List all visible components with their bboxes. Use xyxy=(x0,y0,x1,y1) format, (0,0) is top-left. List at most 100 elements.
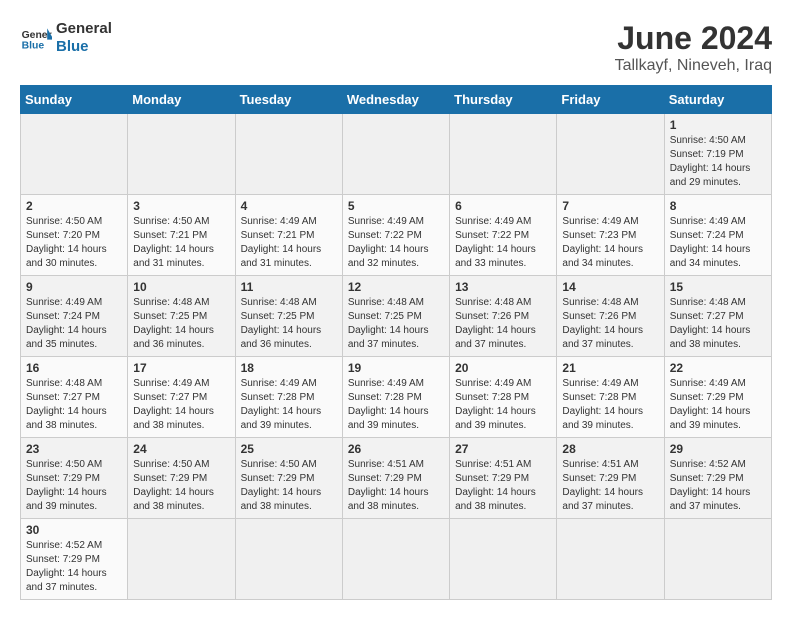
day-info: Sunrise: 4:50 AM Sunset: 7:20 PM Dayligh… xyxy=(26,215,122,271)
table-row: 18Sunrise: 4:49 AM Sunset: 7:28 PM Dayli… xyxy=(235,357,342,438)
table-row xyxy=(450,114,557,195)
header-saturday: Saturday xyxy=(664,86,771,114)
table-row: 14 Sunrise: 4:48 AM Sunset: 7:26 PM Dayli… xyxy=(557,276,664,357)
table-row: 11Sunrise: 4:48 AM Sunset: 7:25 PM Dayli… xyxy=(235,276,342,357)
table-row xyxy=(128,114,235,195)
table-row: 19Sunrise: 4:49 AM Sunset: 7:28 PM Dayli… xyxy=(342,357,449,438)
table-row: 28Sunrise: 4:51 AM Sunset: 7:29 PM Dayli… xyxy=(557,438,664,519)
table-row xyxy=(21,114,128,195)
day-number: 21 xyxy=(562,361,658,375)
table-row xyxy=(235,114,342,195)
header-friday: Friday xyxy=(557,86,664,114)
day-info: Sunrise: 4:50 AM Sunset: 7:19 PM Dayligh… xyxy=(670,134,766,190)
day-info: Sunrise: 4:52 AM Sunset: 7:29 PM Dayligh… xyxy=(26,539,122,595)
logo-general: General xyxy=(56,20,112,38)
table-row: 26 Sunrise: 4:51 AM Sunset: 7:29 PM Dayli… xyxy=(342,438,449,519)
day-info: Sunrise: 4:48 AM Sunset: 7:26 PM Dayligh… xyxy=(562,296,658,352)
table-row: 2 Sunrise: 4:50 AM Sunset: 7:20 PM Daylig… xyxy=(21,195,128,276)
table-row: 6 Sunrise: 4:49 AM Sunset: 7:22 PM Daylig… xyxy=(450,195,557,276)
day-info: Sunrise: 4:49 AM Sunset: 7:23 PM Dayligh… xyxy=(562,215,658,271)
day-info: Sunrise: 4:50 AM Sunset: 7:29 PM Dayligh… xyxy=(26,458,122,514)
day-info: Sunrise: 4:48 AM Sunset: 7:27 PM Dayligh… xyxy=(26,377,122,433)
table-row: 5 Sunrise: 4:49 AM Sunset: 7:22 PM Daylig… xyxy=(342,195,449,276)
day-info: Sunrise: 4:52 AM Sunset: 7:29 PM Dayligh… xyxy=(670,458,766,514)
day-number: 26 xyxy=(348,442,444,456)
day-number: 17 xyxy=(133,361,229,375)
table-row: 7 Sunrise: 4:49 AM Sunset: 7:23 PM Daylig… xyxy=(557,195,664,276)
day-info: Sunrise: 4:50 AM Sunset: 7:29 PM Dayligh… xyxy=(241,458,337,514)
day-info: Sunrise: 4:49 AM Sunset: 7:28 PM Dayligh… xyxy=(348,377,444,433)
calendar-table: Sunday Monday Tuesday Wednesday Thursday… xyxy=(20,85,772,600)
table-row: 22Sunrise: 4:49 AM Sunset: 7:29 PM Dayli… xyxy=(664,357,771,438)
table-row xyxy=(342,519,449,600)
calendar-week-row: 2 Sunrise: 4:50 AM Sunset: 7:20 PM Daylig… xyxy=(21,195,772,276)
table-row xyxy=(557,114,664,195)
day-info: Sunrise: 4:49 AM Sunset: 7:22 PM Dayligh… xyxy=(455,215,551,271)
page-header: General Blue General Blue June 2024 Tall… xyxy=(20,20,772,75)
table-row: 12Sunrise: 4:48 AM Sunset: 7:25 PM Dayli… xyxy=(342,276,449,357)
table-row: 8 Sunrise: 4:49 AM Sunset: 7:24 PM Daylig… xyxy=(664,195,771,276)
day-number: 7 xyxy=(562,199,658,213)
day-number: 3 xyxy=(133,199,229,213)
day-number: 8 xyxy=(670,199,766,213)
table-row: 27Sunrise: 4:51 AM Sunset: 7:29 PM Dayli… xyxy=(450,438,557,519)
day-info: Sunrise: 4:49 AM Sunset: 7:24 PM Dayligh… xyxy=(26,296,122,352)
table-row: 17 Sunrise: 4:49 AM Sunset: 7:27 PM Dayli… xyxy=(128,357,235,438)
calendar-week-row: 23 Sunrise: 4:50 AM Sunset: 7:29 PM Dayli… xyxy=(21,438,772,519)
weekday-header-row: Sunday Monday Tuesday Wednesday Thursday… xyxy=(21,86,772,114)
day-info: Sunrise: 4:49 AM Sunset: 7:27 PM Dayligh… xyxy=(133,377,229,433)
calendar-week-row: 1 Sunrise: 4:50 AM Sunset: 7:19 PM Daylig… xyxy=(21,114,772,195)
logo-blue: Blue xyxy=(56,38,112,56)
header-thursday: Thursday xyxy=(450,86,557,114)
day-number: 5 xyxy=(348,199,444,213)
day-number: 6 xyxy=(455,199,551,213)
svg-text:Blue: Blue xyxy=(22,40,45,51)
table-row xyxy=(557,519,664,600)
table-row: 10Sunrise: 4:48 AM Sunset: 7:25 PM Dayli… xyxy=(128,276,235,357)
table-row: 23 Sunrise: 4:50 AM Sunset: 7:29 PM Dayli… xyxy=(21,438,128,519)
table-row: 30 Sunrise: 4:52 AM Sunset: 7:29 PM Dayli… xyxy=(21,519,128,600)
day-number: 23 xyxy=(26,442,122,456)
calendar-subtitle: Tallkayf, Nineveh, Iraq xyxy=(615,57,772,75)
table-row: 21 Sunrise: 4:49 AM Sunset: 7:28 PM Dayli… xyxy=(557,357,664,438)
day-number: 14 xyxy=(562,280,658,294)
day-number: 4 xyxy=(241,199,337,213)
table-row: 13Sunrise: 4:48 AM Sunset: 7:26 PM Dayli… xyxy=(450,276,557,357)
day-info: Sunrise: 4:51 AM Sunset: 7:29 PM Dayligh… xyxy=(455,458,551,514)
logo: General Blue General Blue xyxy=(20,20,112,56)
day-info: Sunrise: 4:49 AM Sunset: 7:24 PM Dayligh… xyxy=(670,215,766,271)
table-row: 4Sunrise: 4:49 AM Sunset: 7:21 PM Daylig… xyxy=(235,195,342,276)
day-number: 1 xyxy=(670,118,766,132)
day-info: Sunrise: 4:49 AM Sunset: 7:28 PM Dayligh… xyxy=(241,377,337,433)
day-info: Sunrise: 4:49 AM Sunset: 7:22 PM Dayligh… xyxy=(348,215,444,271)
day-info: Sunrise: 4:51 AM Sunset: 7:29 PM Dayligh… xyxy=(348,458,444,514)
day-number: 15 xyxy=(670,280,766,294)
day-number: 10 xyxy=(133,280,229,294)
table-row xyxy=(664,519,771,600)
table-row xyxy=(342,114,449,195)
day-number: 29 xyxy=(670,442,766,456)
day-number: 16 xyxy=(26,361,122,375)
table-row: 24Sunrise: 4:50 AM Sunset: 7:29 PM Dayli… xyxy=(128,438,235,519)
day-number: 25 xyxy=(241,442,337,456)
calendar-week-row: 16 Sunrise: 4:48 AM Sunset: 7:27 PM Dayli… xyxy=(21,357,772,438)
table-row: 20 Sunrise: 4:49 AM Sunset: 7:28 PM Dayli… xyxy=(450,357,557,438)
table-row: 25 Sunrise: 4:50 AM Sunset: 7:29 PM Dayli… xyxy=(235,438,342,519)
day-number: 20 xyxy=(455,361,551,375)
day-number: 30 xyxy=(26,523,122,537)
header-monday: Monday xyxy=(128,86,235,114)
day-info: Sunrise: 4:48 AM Sunset: 7:27 PM Dayligh… xyxy=(670,296,766,352)
table-row: 15 Sunrise: 4:48 AM Sunset: 7:27 PM Dayli… xyxy=(664,276,771,357)
day-info: Sunrise: 4:50 AM Sunset: 7:29 PM Dayligh… xyxy=(133,458,229,514)
day-info: Sunrise: 4:49 AM Sunset: 7:28 PM Dayligh… xyxy=(562,377,658,433)
day-info: Sunrise: 4:49 AM Sunset: 7:28 PM Dayligh… xyxy=(455,377,551,433)
day-number: 2 xyxy=(26,199,122,213)
header-wednesday: Wednesday xyxy=(342,86,449,114)
day-info: Sunrise: 4:49 AM Sunset: 7:29 PM Dayligh… xyxy=(670,377,766,433)
table-row: 3 Sunrise: 4:50 AM Sunset: 7:21 PM Daylig… xyxy=(128,195,235,276)
day-info: Sunrise: 4:48 AM Sunset: 7:25 PM Dayligh… xyxy=(348,296,444,352)
day-info: Sunrise: 4:50 AM Sunset: 7:21 PM Dayligh… xyxy=(133,215,229,271)
day-info: Sunrise: 4:48 AM Sunset: 7:26 PM Dayligh… xyxy=(455,296,551,352)
table-row xyxy=(450,519,557,600)
table-row xyxy=(235,519,342,600)
